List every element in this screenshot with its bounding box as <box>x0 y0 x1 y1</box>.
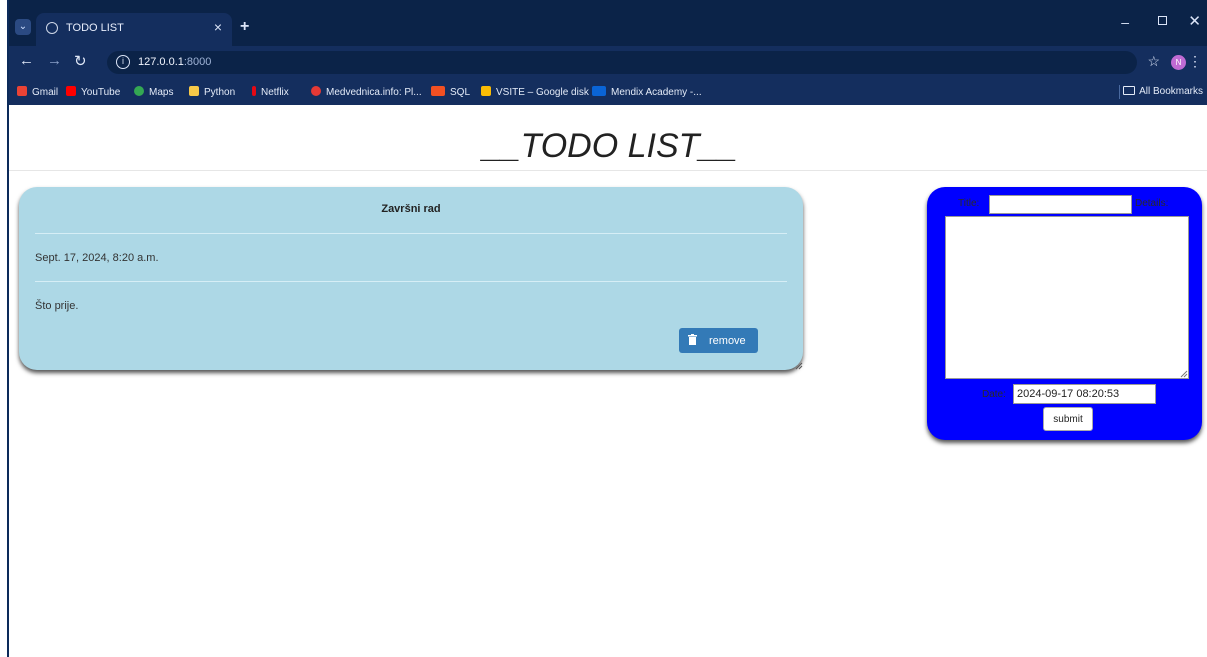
google-drive-icon <box>481 86 491 96</box>
reload-icon[interactable]: ↻ <box>74 52 87 70</box>
bookmarks-divider <box>1119 85 1120 99</box>
bookmark-star-icon[interactable]: ☆ <box>1147 53 1160 70</box>
menu-kebab-icon[interactable]: ⋮ <box>1188 53 1202 70</box>
minimize-icon[interactable]: – <box>1121 14 1129 30</box>
back-arrow-icon[interactable]: ← <box>19 52 34 69</box>
bookmark-python[interactable]: Python <box>189 86 235 98</box>
bookmark-youtube[interactable]: YouTube <box>66 86 120 98</box>
date-label: Date: <box>982 389 1006 400</box>
folder-icon <box>1123 86 1136 95</box>
bookmark-mendix[interactable]: Mendix Academy -... <box>592 86 702 98</box>
python-icon <box>189 86 199 96</box>
title-label: Title: <box>958 198 980 209</box>
remove-label: remove <box>709 335 746 347</box>
close-window-icon[interactable]: ✕ <box>1188 12 1201 30</box>
page-title: __TODO LIST__ <box>482 127 738 165</box>
browser-toolbar: ← → ↻ i 127.0.0.1:8000 ☆ N ⋮ <box>9 46 1207 79</box>
trash-icon <box>688 334 697 345</box>
close-tab-icon[interactable]: × <box>214 19 222 35</box>
url-text: 127.0.0.1:8000 <box>138 56 212 68</box>
site-info-icon[interactable]: i <box>116 55 130 69</box>
profile-avatar[interactable]: N <box>1171 55 1186 70</box>
mendix-icon <box>592 86 606 96</box>
gmail-icon <box>17 86 27 96</box>
bookmark-medvednica[interactable]: Medvednica.info: Pl... <box>311 86 422 98</box>
card-divider <box>35 281 787 282</box>
todo-card: Završni rad Sept. 17, 2024, 8:20 a.m. Št… <box>19 187 803 370</box>
netflix-icon <box>252 86 256 96</box>
title-divider <box>9 170 1207 171</box>
bookmark-netflix[interactable]: Netflix <box>252 86 289 98</box>
bookmark-gmail[interactable]: Gmail <box>17 86 58 98</box>
todo-title: Završni rad <box>381 203 441 215</box>
details-label: Details: <box>1135 198 1169 209</box>
tab-todo-list[interactable]: TODO LIST × <box>36 13 232 46</box>
bookmark-sql[interactable]: SQL <box>431 86 470 98</box>
browser-window: ⌄ TODO LIST × + – ✕ ← → ↻ i 127.0.0.1:80… <box>7 0 1207 657</box>
address-bar[interactable]: i 127.0.0.1:8000 <box>107 51 1137 74</box>
sql-icon <box>431 86 445 96</box>
bookmarks-bar: Gmail YouTube Maps Python Netflix Medved… <box>9 79 1207 105</box>
date-input[interactable]: 2024-09-17 08:20:53 <box>1013 384 1156 404</box>
page-content: __TODO LIST__ Završni rad Sept. 17, 2024… <box>9 105 1207 657</box>
youtube-icon <box>66 86 76 96</box>
submit-button[interactable]: submit <box>1043 407 1093 431</box>
remove-button[interactable]: remove <box>679 328 758 353</box>
title-input[interactable] <box>989 195 1132 214</box>
all-bookmarks[interactable]: All Bookmarks <box>1123 86 1203 97</box>
restore-icon[interactable] <box>1158 16 1167 25</box>
forward-arrow-icon[interactable]: → <box>47 52 62 69</box>
bookmark-maps[interactable]: Maps <box>134 86 173 98</box>
todo-details: Što prije. <box>35 300 79 312</box>
details-textarea[interactable] <box>945 216 1189 379</box>
medvednica-icon <box>311 86 321 96</box>
todo-date: Sept. 17, 2024, 8:20 a.m. <box>35 252 159 264</box>
card-divider <box>35 233 787 234</box>
resize-grip-icon[interactable] <box>1180 370 1188 378</box>
bookmark-vsite[interactable]: VSITE – Google disk <box>481 86 589 98</box>
resize-grip-icon[interactable] <box>795 362 803 370</box>
new-tab-icon[interactable]: + <box>240 18 249 36</box>
add-todo-form: Title: Details: Date: 2024-09-17 08:20:5… <box>927 187 1202 440</box>
tab-title: TODO LIST <box>66 22 124 34</box>
maps-icon <box>134 86 144 96</box>
tab-strip: ⌄ TODO LIST × + – ✕ <box>9 0 1207 46</box>
globe-icon <box>46 22 58 34</box>
tab-search-icon[interactable]: ⌄ <box>15 19 31 35</box>
